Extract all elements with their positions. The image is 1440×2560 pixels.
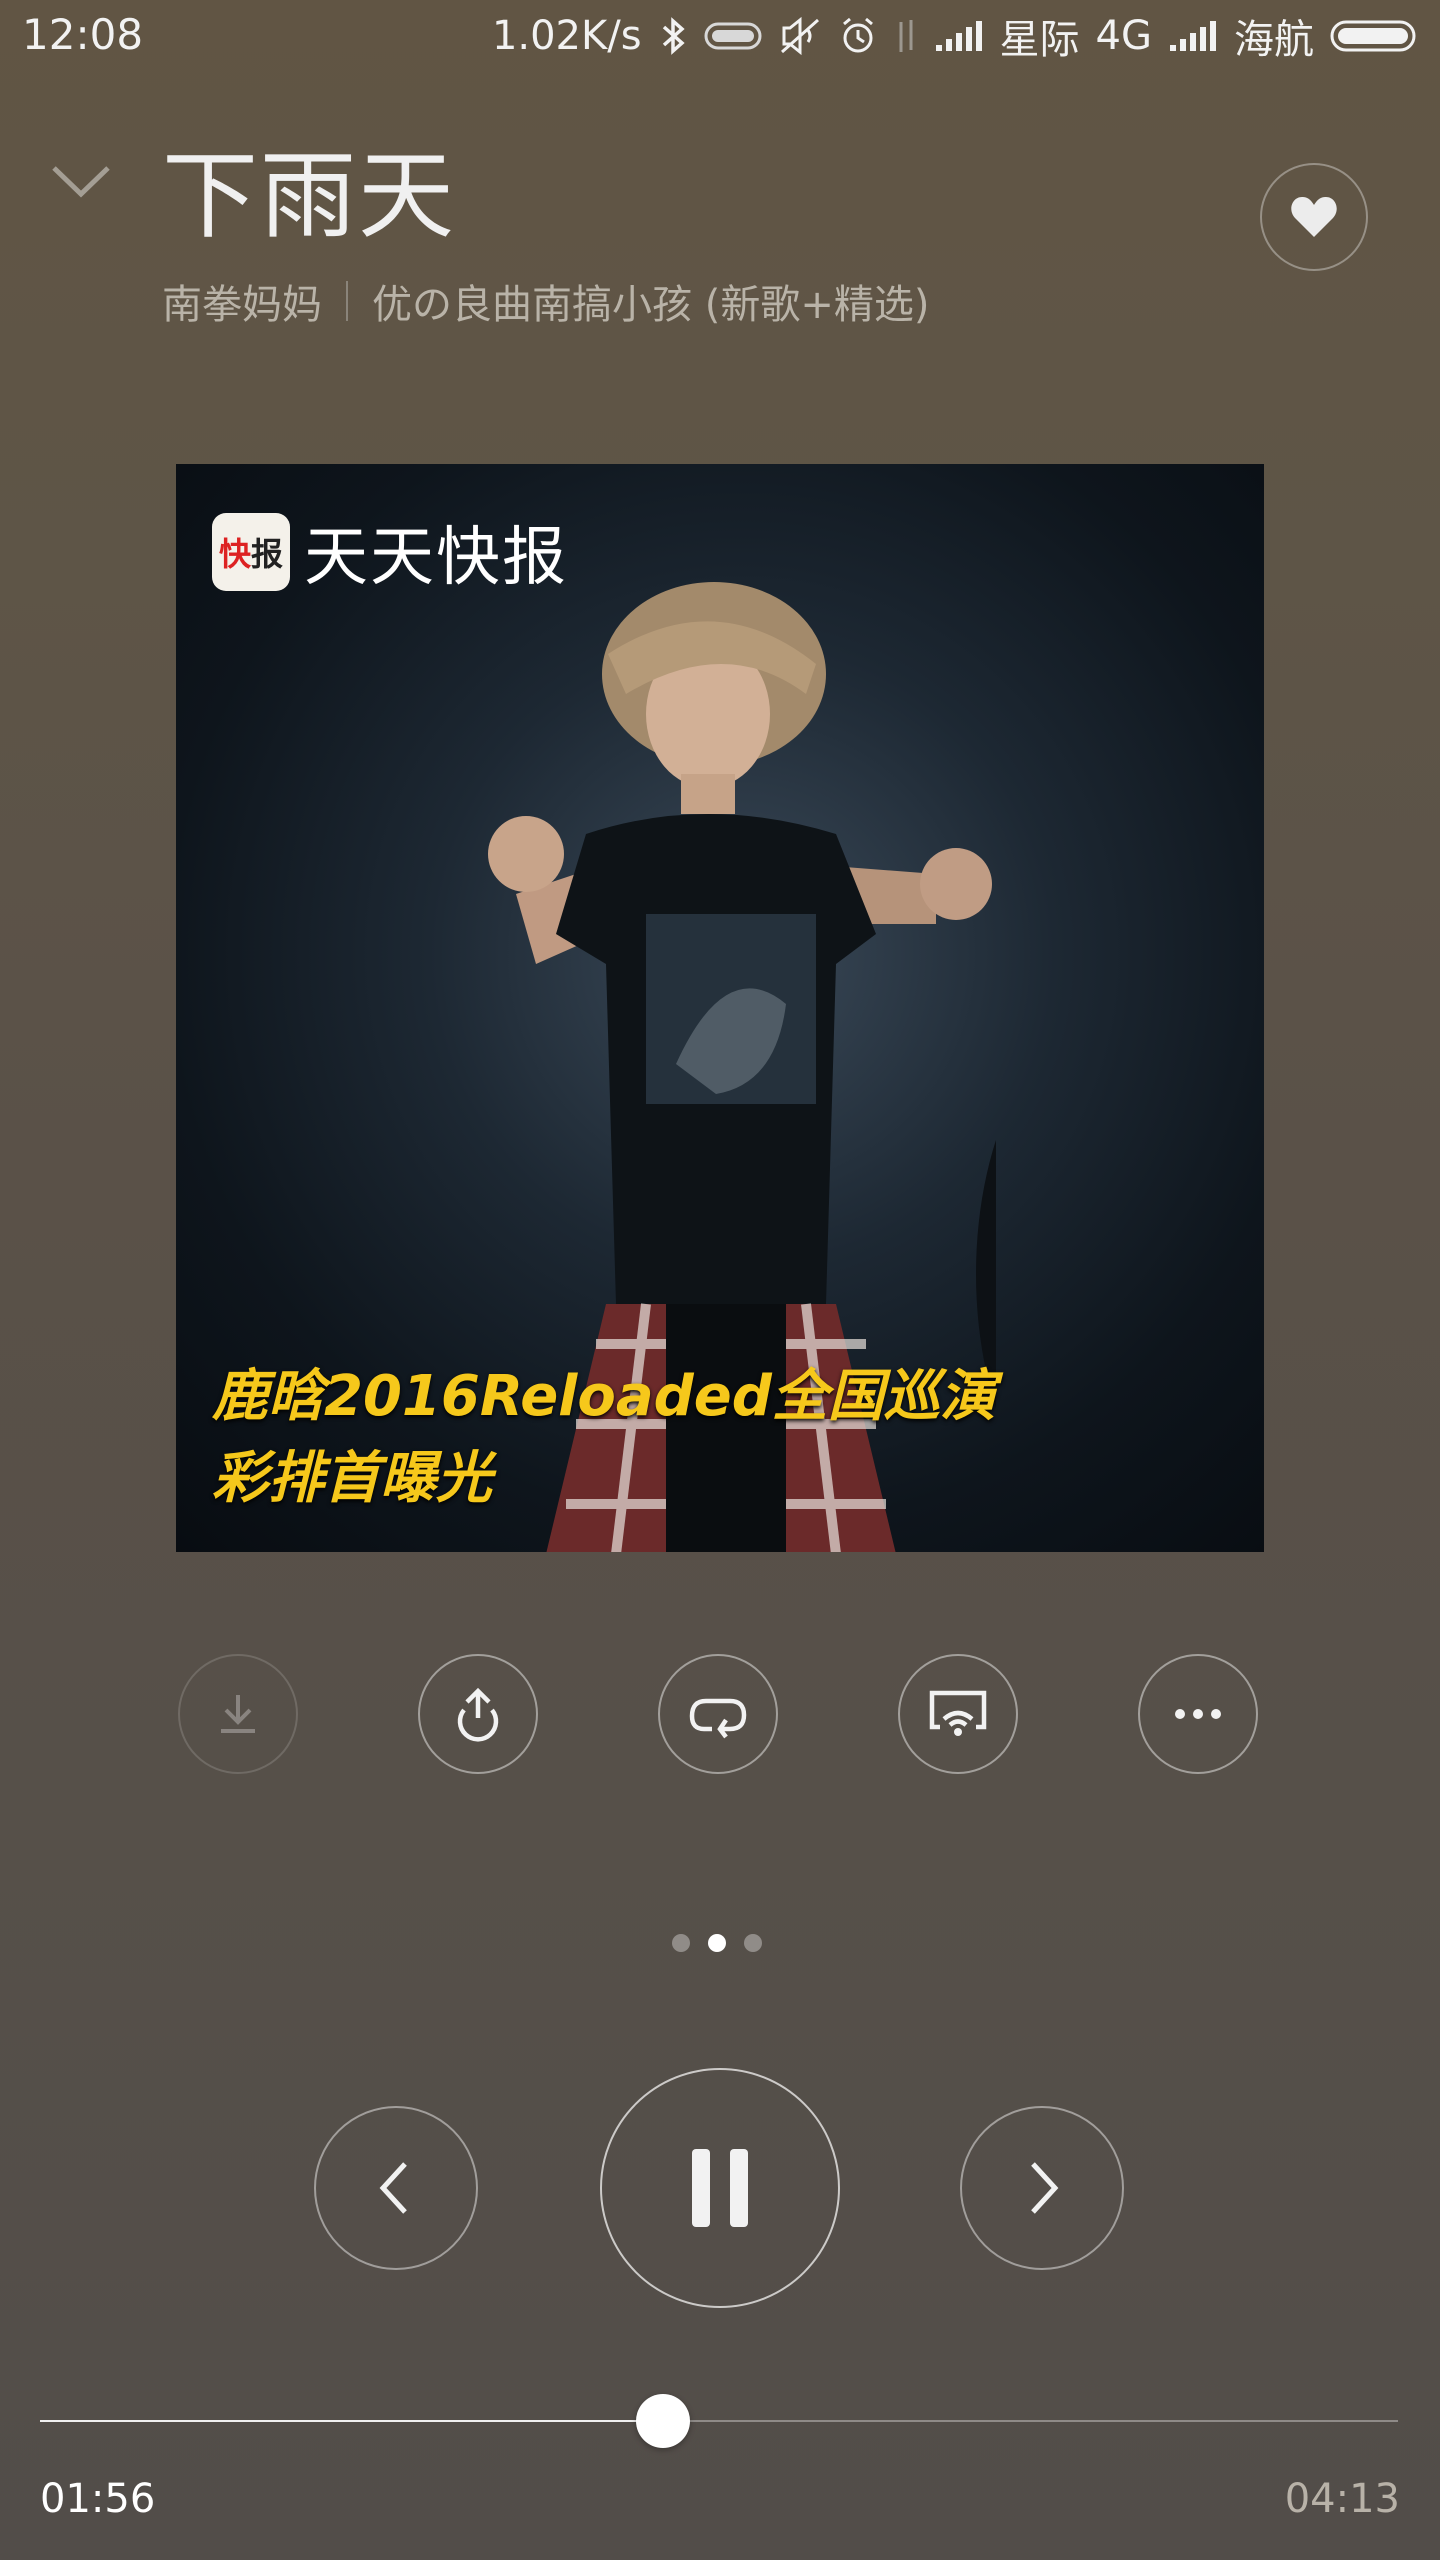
signal-icon [934,19,984,53]
mute-icon [778,16,822,56]
progress-track[interactable] [40,2420,1398,2422]
logo-mark-char-2: 报 [251,535,284,573]
share-button[interactable] [418,1654,538,1774]
chevron-down-icon [52,166,110,198]
share-icon [457,1687,499,1742]
heart-icon [1291,196,1337,237]
status-time: 12:08 [22,10,144,59]
pause-button[interactable] [600,2068,840,2308]
progress-thumb[interactable] [636,2394,691,2448]
logo-mark-char-1: 快 [218,535,251,573]
news-logo: 快报 天天快报 [212,506,568,598]
signal-icon [1168,19,1218,53]
song-title: 下雨天 [162,140,456,252]
next-button[interactable] [960,2106,1124,2270]
net-speed: 1.02K/s [491,13,642,59]
battery-icon [1330,18,1420,54]
alarm-icon [838,16,878,56]
cover-caption-line1: 鹿晗2016Reloaded全国巡演 [212,1364,996,1429]
song-meta: 南拳妈妈 优の良曲南搞小孩 (新歌+精选) [162,272,929,330]
cast-button[interactable] [898,1654,1018,1774]
album-name[interactable]: 优の良曲南搞小孩 (新歌+精选) [372,272,929,330]
chevron-right-icon [1031,2162,1059,2214]
cast-icon [929,1690,987,1736]
battery-saver-icon [704,20,762,52]
carrier-2: 海航 [1234,17,1314,63]
page-dot[interactable] [672,1934,690,1952]
artist-name[interactable]: 南拳妈妈 [162,272,322,330]
page-dot-active[interactable] [708,1934,726,1952]
download-button[interactable] [178,1654,298,1774]
status-bar: 12:08 1.02K/s 星际 4G 海航 [0,0,1440,72]
cover-caption-line2: 彩排首曝光 [212,1446,492,1511]
news-logo-mark: 快报 [212,513,290,591]
previous-button[interactable] [314,2106,478,2270]
repeat-icon [689,1698,747,1739]
repeat-button[interactable] [658,1654,778,1774]
bluetooth-icon [658,16,688,56]
download-icon [221,1695,255,1733]
network-type: 4G [1095,13,1152,59]
carrier-1: 星际 [999,17,1080,63]
collapse-button[interactable] [46,158,116,208]
pause-icon [692,2149,748,2227]
data-arrows-icon [894,16,918,56]
total-time: 04:13 [1284,2476,1400,2522]
current-time: 01:56 [40,2476,156,2522]
meta-divider [346,281,348,321]
more-icon [1175,1709,1221,1719]
page-indicator [672,1934,762,1952]
progress-fill [40,2420,664,2422]
favorite-button[interactable] [1260,163,1368,271]
action-row [178,1654,1258,1774]
page-dot[interactable] [744,1934,762,1952]
cover-caption: 鹿晗2016Reloaded全国巡演 彩排首曝光 [212,1356,996,1520]
more-button[interactable] [1138,1654,1258,1774]
news-logo-text: 天天快报 [304,521,568,595]
chevron-left-icon [379,2162,407,2214]
album-cover[interactable]: 快报 天天快报 鹿晗2016Reloaded全国巡演 彩排首曝光 [176,464,1264,1552]
